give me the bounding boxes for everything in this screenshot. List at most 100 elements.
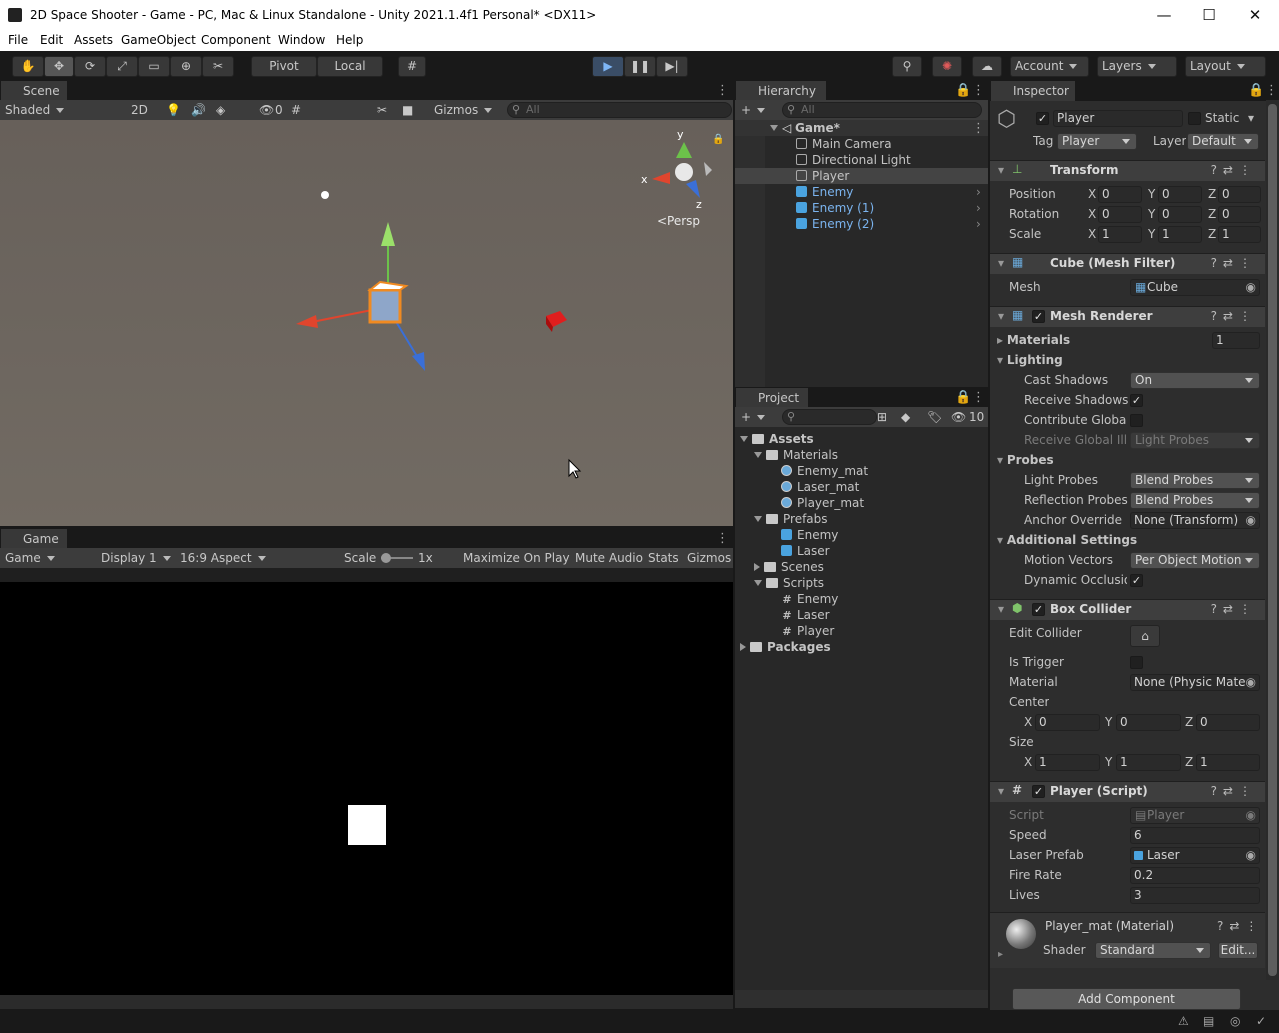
hierarchy-item[interactable]: Directional Light bbox=[796, 152, 911, 168]
persp-label[interactable]: <Persp bbox=[657, 214, 700, 228]
shader-edit-button[interactable]: Edit... bbox=[1218, 942, 1258, 959]
motion-vectors-dropdown[interactable]: Per Object Motion bbox=[1130, 552, 1260, 569]
search-by-type-icon[interactable]: ⊞ bbox=[877, 407, 887, 427]
is-trigger-checkbox[interactable] bbox=[1130, 656, 1143, 669]
center-y-field[interactable]: 0 bbox=[1116, 714, 1181, 731]
scene-search-input[interactable]: ⚲ All bbox=[507, 102, 732, 118]
tag-dropdown[interactable]: Player bbox=[1057, 133, 1137, 150]
project-asset[interactable]: # Laser bbox=[781, 607, 829, 623]
local-toggle[interactable]: Local bbox=[317, 56, 383, 77]
hierarchy-item[interactable]: Main Camera bbox=[796, 136, 892, 152]
search-by-label-icon[interactable]: ◆ bbox=[901, 407, 910, 427]
tools-icon[interactable]: ✂ bbox=[377, 100, 387, 120]
hidden-objects-icon[interactable]: 👁 bbox=[259, 100, 274, 120]
hierarchy-item[interactable]: Enemy (2) bbox=[796, 216, 874, 232]
project-folder-packages[interactable]: Packages bbox=[740, 639, 831, 655]
collapse-icon[interactable] bbox=[740, 643, 746, 651]
search-icon[interactable]: ⚲ bbox=[892, 56, 922, 77]
menu-file[interactable]: File bbox=[8, 33, 28, 47]
materials-count-field[interactable]: 1 bbox=[1212, 332, 1260, 349]
project-folder-materials[interactable]: Materials bbox=[754, 447, 838, 463]
anchor-override-field[interactable]: None (Transform) ◉ bbox=[1130, 512, 1260, 529]
rotation-y-field[interactable]: 0 bbox=[1158, 206, 1202, 223]
inspector-menu-icon[interactable]: ⋮ bbox=[1265, 83, 1278, 98]
expand-icon[interactable] bbox=[754, 452, 762, 458]
game-viewport[interactable] bbox=[0, 582, 733, 995]
project-asset[interactable]: # Enemy bbox=[781, 591, 838, 607]
transform-tool-icon[interactable]: ⊕ bbox=[170, 56, 202, 77]
project-asset[interactable]: Laser bbox=[781, 543, 830, 559]
project-folder-assets[interactable]: Assets bbox=[740, 431, 814, 447]
static-dropdown[interactable]: ▾ bbox=[1248, 110, 1254, 127]
light-probes-dropdown[interactable]: Blend Probes bbox=[1130, 472, 1260, 489]
boxcollider-enabled-checkbox[interactable]: ✓ bbox=[1032, 603, 1045, 616]
scene-row-menu-icon[interactable]: ⋮ bbox=[972, 121, 985, 136]
audio-toggle-icon[interactable]: 🔊 bbox=[191, 100, 206, 120]
cloud-icon[interactable]: ☁ bbox=[972, 56, 1002, 77]
expand-icon[interactable] bbox=[754, 580, 762, 586]
hierarchy-item-player[interactable]: Player bbox=[796, 168, 849, 184]
project-add-button[interactable]: + bbox=[741, 407, 765, 427]
expand-icon[interactable] bbox=[770, 125, 778, 131]
menu-assets[interactable]: Assets bbox=[74, 33, 113, 47]
pivot-toggle[interactable]: Pivot bbox=[251, 56, 317, 77]
custom-tool-icon[interactable]: ✂ bbox=[202, 56, 234, 77]
scale-tool-icon[interactable]: ⤢ bbox=[106, 56, 138, 77]
project-folder-prefabs[interactable]: Prefabs bbox=[754, 511, 828, 527]
inspector-tab[interactable]: Inspector bbox=[991, 81, 1075, 101]
project-folder-scripts[interactable]: Scripts bbox=[754, 575, 824, 591]
component-header-icons[interactable]: ?⇄⋮ bbox=[1211, 309, 1257, 323]
hierarchy-search-input[interactable]: ⚲ All bbox=[782, 102, 982, 118]
active-checkbox[interactable]: ✓ bbox=[1036, 112, 1049, 125]
shader-dropdown[interactable]: Standard bbox=[1095, 942, 1211, 959]
cache-icon[interactable]: ▤ bbox=[1203, 1014, 1214, 1028]
inspector-lock-icon[interactable]: 🔒 bbox=[1248, 83, 1264, 98]
chevron-right-icon[interactable]: › bbox=[976, 216, 981, 232]
project-asset[interactable]: Enemy bbox=[781, 527, 838, 543]
collab-icon[interactable]: ✺ bbox=[932, 56, 962, 77]
lives-field[interactable]: 3 bbox=[1130, 887, 1260, 904]
position-x-field[interactable]: 0 bbox=[1098, 186, 1142, 203]
collapse-icon[interactable] bbox=[754, 563, 760, 571]
static-checkbox[interactable] bbox=[1188, 112, 1201, 125]
maximize-on-play-toggle[interactable]: Maximize On Play bbox=[463, 548, 570, 568]
scene-viewport[interactable]: y x z <Persp 🔒 bbox=[0, 120, 733, 526]
scale-z-field[interactable]: 1 bbox=[1218, 226, 1261, 243]
check-icon[interactable]: ✓ bbox=[1256, 1014, 1266, 1028]
hierarchy-item[interactable]: Enemy (1) bbox=[796, 200, 874, 216]
chevron-right-icon[interactable]: › bbox=[976, 200, 981, 216]
rect-tool-icon[interactable]: ▭ bbox=[138, 56, 170, 77]
meshfilter-header[interactable]: ▾ ▦ Cube (Mesh Filter) ?⇄⋮ bbox=[990, 253, 1265, 274]
chevron-right-icon[interactable]: › bbox=[976, 184, 981, 200]
player-script-header[interactable]: ▾ # ✓ Player (Script) ?⇄⋮ bbox=[990, 781, 1265, 802]
scene-tab[interactable]: Scene bbox=[1, 81, 67, 101]
pause-button[interactable]: ❚❚ bbox=[624, 56, 656, 77]
hidden-packages-icon[interactable]: 👁 bbox=[951, 407, 966, 427]
expand-icon[interactable]: ▾ bbox=[998, 163, 1004, 177]
laser-prefab-field[interactable]: Laser ◉ bbox=[1130, 847, 1260, 864]
center-x-field[interactable]: 0 bbox=[1035, 714, 1100, 731]
contribute-gi-checkbox[interactable] bbox=[1130, 414, 1143, 427]
project-tab[interactable]: Project bbox=[736, 388, 808, 408]
lighting-toggle-icon[interactable]: 💡 bbox=[166, 100, 181, 120]
aspect-dropdown[interactable]: 16:9 Aspect bbox=[180, 548, 332, 568]
expand-icon[interactable]: ▾ bbox=[998, 256, 1004, 270]
grid-toggle-icon[interactable]: # bbox=[291, 100, 301, 120]
scene-menu-icon[interactable]: ⋮ bbox=[716, 83, 729, 98]
effects-toggle-icon[interactable]: ◈ bbox=[216, 100, 225, 120]
menu-edit[interactable]: Edit bbox=[40, 33, 63, 47]
size-z-field[interactable]: 1 bbox=[1196, 754, 1260, 771]
component-header-icons[interactable]: ?⇄⋮ bbox=[1217, 919, 1263, 933]
game-gizmos-toggle[interactable]: Gizmos bbox=[687, 548, 731, 568]
hierarchy-item[interactable]: Enemy bbox=[796, 184, 853, 200]
gameobject-name-field[interactable]: Player bbox=[1053, 110, 1183, 127]
scale-x-field[interactable]: 1 bbox=[1098, 226, 1142, 243]
cast-shadows-dropdown[interactable]: On bbox=[1130, 372, 1260, 389]
project-asset[interactable]: # Player bbox=[781, 623, 834, 639]
game-view-dropdown[interactable]: Game bbox=[5, 548, 89, 568]
maximize-button[interactable]: ☐ bbox=[1189, 4, 1229, 26]
component-header-icons[interactable]: ?⇄⋮ bbox=[1211, 602, 1257, 616]
project-search-input[interactable]: ⚲ bbox=[782, 409, 877, 425]
dynamic-occlusion-checkbox[interactable]: ✓ bbox=[1130, 574, 1143, 587]
hierarchy-tab[interactable]: Hierarchy bbox=[736, 81, 826, 101]
